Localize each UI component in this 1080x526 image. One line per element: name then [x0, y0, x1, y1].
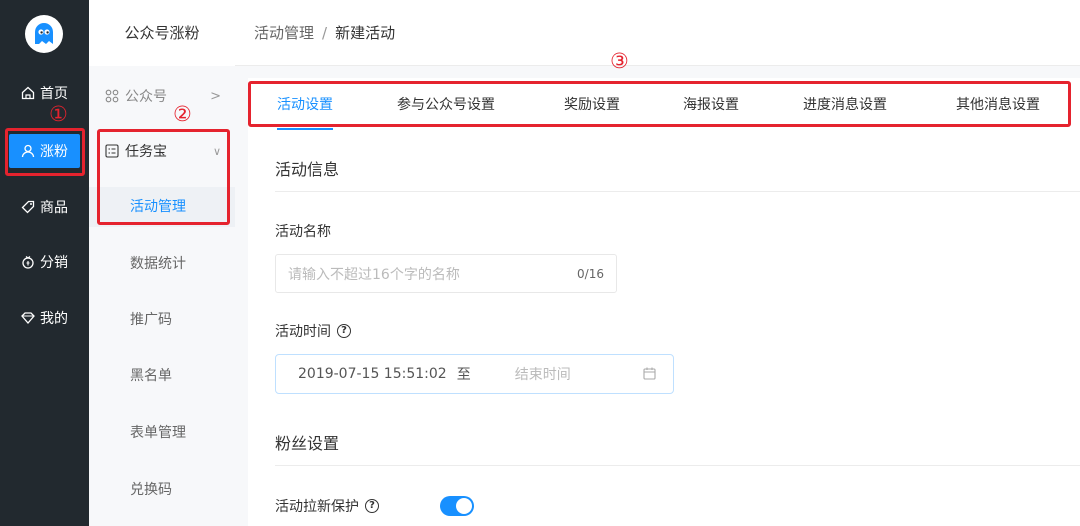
- activity-name-placeholder: 请输入不超过16个字的名称: [288, 266, 460, 283]
- tag-icon: [21, 200, 35, 214]
- sidebar-group-official-account[interactable]: 公众号 >: [89, 76, 235, 116]
- activity-name-label: 活动名称: [275, 221, 331, 241]
- nav-label: 商品: [40, 200, 68, 216]
- main-content: 活动设置 参与公众号设置 奖励设置 海报设置 进度消息设置 其他消息设置 活动信…: [235, 66, 1080, 526]
- activity-time-label-text: 活动时间: [275, 324, 331, 340]
- new-user-protection-label-text: 活动拉新保护: [275, 499, 359, 515]
- home-icon: [21, 86, 35, 100]
- primary-nav: 首页 涨粉 商品 分销 我的: [0, 0, 89, 526]
- sidebar-item-blacklist[interactable]: 黑名单: [89, 356, 235, 396]
- app-root: 首页 涨粉 商品 分销 我的 公众号涨粉 公众号 > 任务宝 ∨ 活动管理 数据…: [0, 0, 1080, 526]
- activity-name-label-text: 活动名称: [275, 224, 331, 240]
- activity-name-input[interactable]: 请输入不超过16个字的名称 0/16: [275, 254, 617, 293]
- divider: [275, 191, 1080, 192]
- grid-icon: [105, 89, 119, 103]
- breadcrumb-current: 新建活动: [335, 24, 396, 42]
- toggle-knob: [456, 498, 472, 514]
- nav-label: 首页: [40, 86, 68, 102]
- new-user-protection-toggle[interactable]: [440, 496, 474, 516]
- range-separator: 至: [456, 367, 471, 383]
- help-icon[interactable]: ?: [365, 499, 379, 513]
- coin-icon: [21, 255, 35, 269]
- chevron-right-icon: >: [210, 88, 221, 104]
- char-counter: 0/16: [577, 266, 604, 281]
- sidebar-item-promo-code[interactable]: 推广码: [89, 300, 235, 340]
- breadcrumb: 活动管理 / 新建活动: [235, 0, 1080, 66]
- section-activity-info: 活动信息: [275, 160, 340, 179]
- activity-time-range-picker[interactable]: 2019-07-15 15:51:02 至 结束时间: [275, 354, 674, 394]
- calendar-icon: [643, 367, 656, 384]
- nav-item-home[interactable]: 首页: [0, 76, 89, 110]
- annotation-box-3: [248, 81, 1071, 127]
- breadcrumb-separator: /: [322, 23, 328, 42]
- breadcrumb-parent[interactable]: 活动管理: [254, 22, 314, 43]
- nav-label: 分销: [40, 255, 68, 271]
- annotation-number-1: ①: [49, 102, 68, 126]
- annotation-box-1: [5, 128, 85, 176]
- sidebar-item-form-management[interactable]: 表单管理: [89, 413, 235, 453]
- annotation-box-2: [97, 129, 230, 225]
- nav-item-mine[interactable]: 我的: [0, 301, 89, 335]
- diamond-icon: [21, 311, 35, 325]
- form-panel: 活动设置 参与公众号设置 奖励设置 海报设置 进度消息设置 其他消息设置 活动信…: [248, 78, 1080, 526]
- sidebar-item-data-statistics[interactable]: 数据统计: [89, 244, 235, 284]
- activity-time-label: 活动时间 ?: [275, 321, 351, 341]
- secondary-sidebar: 公众号涨粉 公众号 > 任务宝 ∨ 活动管理 数据统计 推广码 黑名单 表单管理…: [89, 0, 235, 526]
- annotation-number-3: ③: [610, 49, 629, 73]
- start-time-value: 2019-07-15 15:51:02: [298, 366, 447, 382]
- nav-item-products[interactable]: 商品: [0, 190, 89, 224]
- section-fans-settings: 粉丝设置: [275, 434, 340, 453]
- new-user-protection-label: 活动拉新保护 ?: [275, 496, 379, 516]
- divider: [275, 465, 1080, 466]
- annotation-number-2: ②: [173, 102, 192, 126]
- app-logo[interactable]: [25, 15, 63, 53]
- nav-label: 我的: [40, 311, 68, 327]
- sidebar-group-label: 公众号: [125, 89, 167, 105]
- end-time-placeholder: 结束时间: [514, 367, 571, 383]
- sidebar-title: 公众号涨粉: [89, 0, 235, 66]
- sidebar-item-redeem-code[interactable]: 兑换码: [89, 470, 235, 510]
- help-icon[interactable]: ?: [337, 324, 351, 338]
- nav-item-distribution[interactable]: 分销: [0, 245, 89, 279]
